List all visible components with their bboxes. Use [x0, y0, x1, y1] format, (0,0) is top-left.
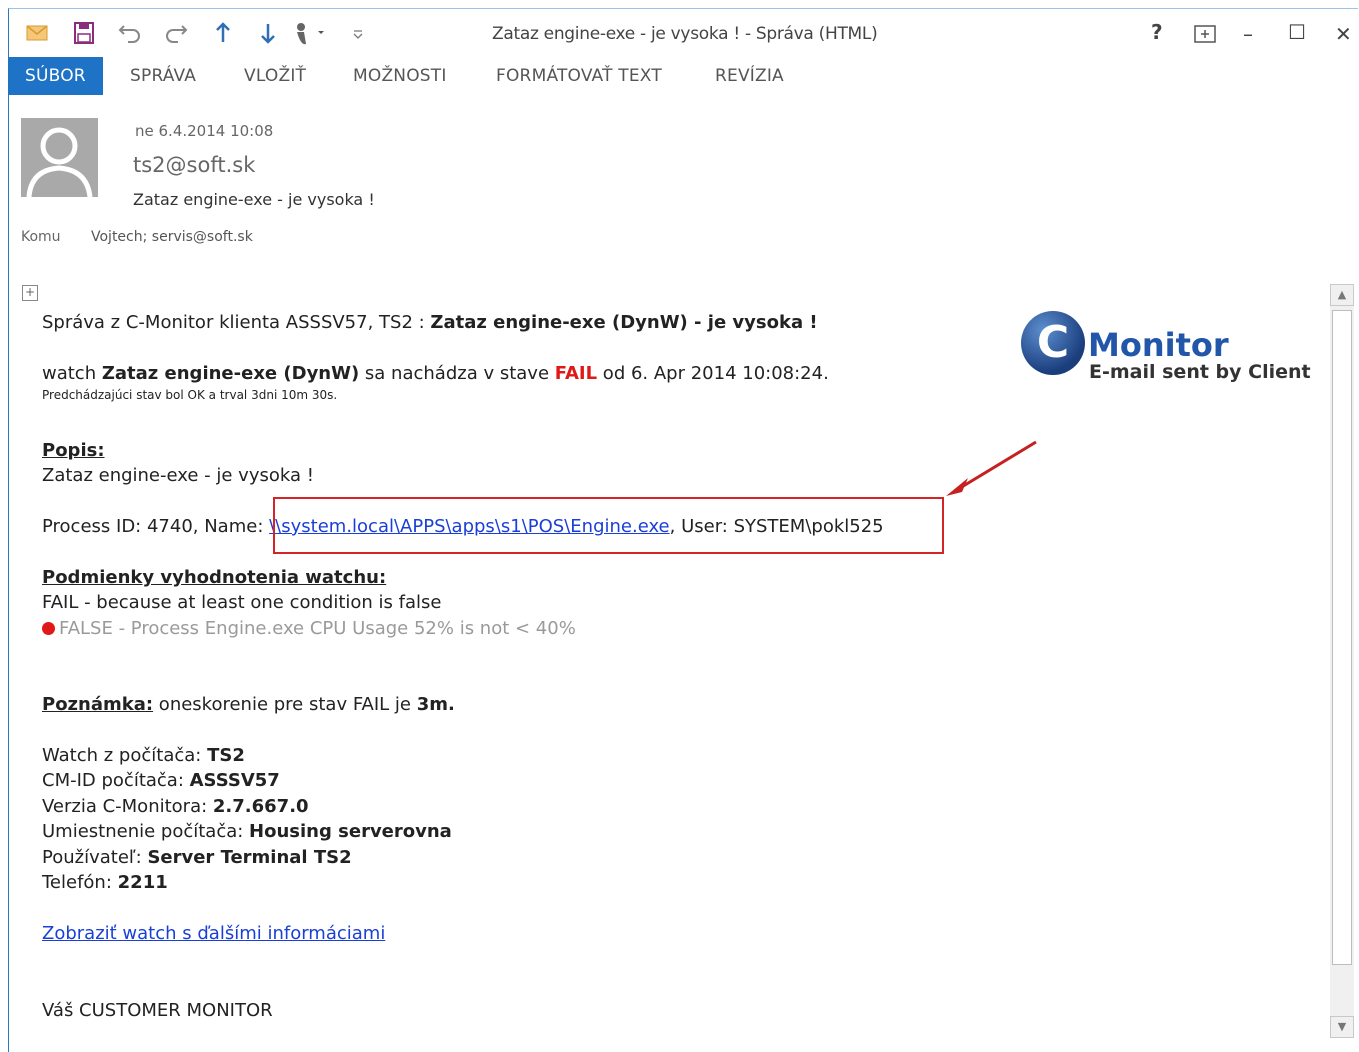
- watch-state: FAIL: [554, 363, 598, 384]
- logo-name: Monitor: [1088, 326, 1229, 364]
- customize-icon[interactable]: [352, 28, 364, 40]
- close-button[interactable]: ✕: [1335, 22, 1352, 46]
- info-value: Housing serverovna: [249, 821, 452, 842]
- down-arrow-icon[interactable]: [259, 22, 277, 44]
- tab-revizia[interactable]: REVÍZIA: [715, 57, 784, 95]
- tab-formatovat-text[interactable]: FORMÁTOVAŤ TEXT: [496, 57, 662, 95]
- up-arrow-icon[interactable]: [214, 22, 232, 44]
- expand-icon[interactable]: +: [22, 285, 38, 301]
- intro-line: Správa z C-Monitor klienta ASSSV57, TS2 …: [42, 312, 818, 333]
- info-value: Server Terminal TS2: [147, 847, 352, 868]
- scroll-up-icon[interactable]: ▲: [1330, 284, 1354, 306]
- message-date: ne 6.4.2014 10:08: [135, 122, 274, 140]
- more-info-link[interactable]: Zobraziť watch s ďalšími informáciami: [42, 923, 385, 944]
- save-icon[interactable]: [74, 22, 94, 44]
- note-text: oneskorenie pre stav FAIL je: [153, 694, 417, 715]
- maximize-button[interactable]: ☐: [1288, 20, 1306, 44]
- info-label: Používateľ:: [42, 847, 148, 868]
- conditions-result: FAIL - because at least one condition is…: [42, 592, 442, 613]
- signature: Váš CUSTOMER MONITOR: [42, 1000, 273, 1021]
- info-label: Watch z počítača:: [42, 745, 208, 766]
- status-dot-icon: [42, 622, 55, 635]
- undo-icon[interactable]: [118, 22, 142, 44]
- note-heading: Poznámka:: [42, 694, 154, 715]
- info-row: Watch z počítača: TS2: [42, 745, 245, 766]
- info-row: Používateľ: Server Terminal TS2: [42, 847, 352, 868]
- annotation-arrow-icon: [946, 440, 1037, 496]
- info-value: 2211: [117, 872, 168, 893]
- intro-prefix: Správa z C-Monitor klienta ASSSV57, TS2 …: [42, 312, 431, 333]
- watch-prefix: watch: [42, 363, 102, 384]
- watch-name: Zataz engine-exe (DynW): [101, 363, 360, 384]
- sender-address[interactable]: ts2@soft.sk: [133, 153, 255, 177]
- info-row: CM-ID počítača: ASSSV57: [42, 770, 280, 791]
- popis-text: Zataz engine-exe - je vysoka !: [42, 465, 314, 486]
- info-value: ASSSV57: [189, 770, 280, 791]
- watch-line: watch Zataz engine-exe (DynW) sa nachádz…: [42, 363, 829, 384]
- info-label: Umiestnenie počítača:: [42, 821, 250, 842]
- tab-moznosti[interactable]: MOŽNOSTI: [353, 57, 447, 95]
- logo-tagline: E-mail sent by Client: [1089, 361, 1311, 383]
- mail-icon[interactable]: [26, 24, 48, 42]
- note-value: 3m.: [416, 694, 455, 715]
- cmonitor-logo-icon: C: [1021, 311, 1085, 375]
- to-recipients[interactable]: Vojtech; servis@soft.sk: [91, 229, 253, 245]
- redo-icon[interactable]: [164, 22, 188, 44]
- minimize-button[interactable]: –: [1243, 22, 1253, 46]
- conditions-detail: FALSE - Process Engine.exe CPU Usage 52%…: [42, 618, 576, 639]
- previous-state: Predchádzajúci stav bol OK a trval 3dni …: [42, 388, 338, 402]
- scrollbar-thumb[interactable]: [1332, 310, 1352, 965]
- touch-mode-icon[interactable]: [292, 20, 326, 46]
- popis-heading: Popis:: [42, 440, 105, 461]
- annotation-box: [273, 497, 944, 554]
- watch-mid: sa nachádza v stave: [359, 363, 555, 384]
- info-value: TS2: [207, 745, 245, 766]
- info-row: Verzia C-Monitora: 2.7.667.0: [42, 796, 309, 817]
- window-title: Zataz engine-exe - je vysoka ! - Správa …: [492, 24, 878, 44]
- info-label: Verzia C-Monitora:: [42, 796, 213, 817]
- person-icon: [26, 127, 93, 197]
- tab-sprava[interactable]: SPRÁVA: [130, 57, 196, 95]
- note-line: Poznámka: oneskorenie pre stav FAIL je 3…: [42, 694, 455, 715]
- ribbon-tabs: SÚBOR SPRÁVA VLOŽIŤ MOŽNOSTI FORMÁTOVAŤ …: [8, 57, 1358, 95]
- intro-bold: Zataz engine-exe (DynW) - je vysoka !: [430, 312, 818, 333]
- info-label: Telefón:: [42, 872, 118, 893]
- info-row: Umiestnenie počítača: Housing serverovna: [42, 821, 452, 842]
- info-value: 2.7.667.0: [212, 796, 309, 817]
- process-prefix: Process ID: 4740, Name:: [42, 516, 270, 537]
- to-label: Komu: [21, 229, 61, 245]
- conditions-heading: Podmienky vyhodnotenia watchu:: [42, 567, 387, 588]
- conditions-detail-text: FALSE - Process Engine.exe CPU Usage 52%…: [59, 618, 576, 639]
- watch-suffix: od 6. Apr 2014 10:08:24.: [597, 363, 829, 384]
- help-button[interactable]: ?: [1151, 20, 1163, 44]
- scroll-down-icon[interactable]: ▼: [1330, 1016, 1354, 1038]
- message-subject: Zataz engine-exe - je vysoka !: [133, 190, 375, 209]
- tab-subor[interactable]: SÚBOR: [8, 57, 103, 95]
- tab-vlozit[interactable]: VLOŽIŤ: [244, 57, 306, 95]
- avatar: [21, 118, 98, 197]
- info-row: Telefón: 2211: [42, 872, 168, 893]
- info-label: CM-ID počítača:: [42, 770, 190, 791]
- ribbon-display-icon[interactable]: [1194, 25, 1216, 43]
